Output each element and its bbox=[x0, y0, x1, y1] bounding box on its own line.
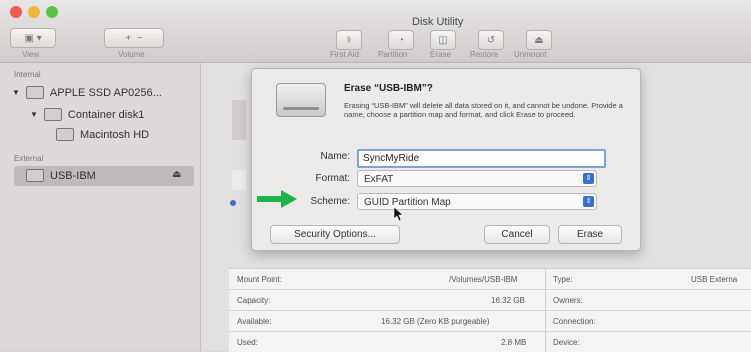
restore-icon: ↺ bbox=[486, 34, 496, 46]
name-label: Name: bbox=[320, 151, 350, 162]
format-value: ExFAT bbox=[364, 174, 394, 185]
stethoscope-icon: ⚕ bbox=[346, 34, 352, 46]
minimize-window-button[interactable] bbox=[28, 6, 40, 18]
sidebar-item-label: USB-IBM bbox=[50, 169, 96, 182]
name-field[interactable]: SyncMyRide bbox=[357, 149, 606, 168]
drive-icon bbox=[276, 83, 326, 117]
format-select[interactable]: ExFAT ⇕ bbox=[357, 170, 597, 187]
volume-add-remove[interactable]: + − bbox=[104, 28, 164, 48]
info-value: 16.32 GB (Zero KB purgeable) bbox=[381, 317, 490, 326]
chevron-updown-icon: ⇕ bbox=[583, 196, 594, 207]
info-label: Used: bbox=[237, 338, 258, 347]
erase-toolbar-button[interactable]: ◫ bbox=[430, 30, 456, 50]
scheme-value: GUID Partition Map bbox=[364, 197, 451, 208]
mouse-cursor-icon bbox=[394, 207, 404, 221]
unmount-label: Unmount bbox=[514, 50, 547, 59]
sidebar-item-label: Container disk1 bbox=[67, 108, 145, 121]
sidebar-icon: ▣ ▾ bbox=[24, 32, 42, 44]
first-aid-button[interactable]: ⚕ bbox=[336, 30, 362, 50]
view-label: View bbox=[22, 50, 40, 59]
info-label: Owners: bbox=[553, 296, 583, 305]
sidebar-external-header: External bbox=[14, 154, 44, 163]
plus-minus-icon: + − bbox=[125, 32, 143, 44]
restore-button[interactable]: ↺ bbox=[478, 30, 504, 50]
sidebar-item-label: Macintosh HD bbox=[80, 128, 150, 141]
container-icon bbox=[43, 108, 62, 121]
external-disk-icon bbox=[26, 169, 44, 182]
sidebar-item-macintosh-hd[interactable]: Macintosh HD bbox=[56, 128, 149, 141]
info-label: Connection: bbox=[553, 317, 596, 326]
volume-icon-partial bbox=[232, 100, 246, 140]
info-value: USB Externa bbox=[691, 275, 738, 284]
table-row: Capacity: 16.32 GB Owners: bbox=[229, 290, 751, 311]
window-title: Disk Utility bbox=[412, 16, 464, 28]
erase-dialog: Erase “USB-IBM”? Erasing “USB-IBM” will … bbox=[251, 68, 641, 251]
info-label: Type: bbox=[553, 275, 573, 284]
sidebar bbox=[0, 63, 201, 351]
info-value: /Volumes/USB-IBM bbox=[449, 275, 518, 284]
info-label: Mount Point: bbox=[237, 275, 282, 284]
scheme-select[interactable]: GUID Partition Map ⇕ bbox=[357, 193, 597, 210]
sidebar-item-apple-ssd[interactable]: ▼ APPLE SSD AP0256... bbox=[12, 86, 162, 99]
table-row: Used: 2.8 MB Device: bbox=[229, 332, 751, 352]
erase-label: Erase bbox=[430, 50, 451, 59]
volume-label: Volume bbox=[118, 50, 145, 59]
sidebar-item-usb-ibm[interactable]: USB-IBM bbox=[26, 169, 96, 182]
disk-icon bbox=[25, 86, 44, 99]
eject-icon: ⏏ bbox=[534, 34, 544, 46]
table-row: Available: 16.32 GB (Zero KB purgeable) … bbox=[229, 311, 751, 332]
unmount-button[interactable]: ⏏ bbox=[526, 30, 552, 50]
zoom-window-button[interactable] bbox=[46, 6, 58, 18]
usage-bar-partial bbox=[232, 170, 246, 190]
sidebar-item-label: APPLE SSD AP0256... bbox=[49, 86, 162, 99]
cancel-button[interactable]: Cancel bbox=[484, 225, 550, 244]
format-label: Format: bbox=[315, 173, 350, 184]
disclosure-triangle-icon[interactable]: ▼ bbox=[12, 88, 20, 97]
sidebar-item-container-disk1[interactable]: ▼ Container disk1 bbox=[30, 108, 144, 121]
view-button[interactable]: ▣ ▾ bbox=[10, 28, 56, 48]
annotation-arrow-icon bbox=[257, 190, 297, 208]
window-titlebar: Disk Utility ▣ ▾ View + − Volume ⚕ First… bbox=[0, 0, 751, 63]
erase-icon: ◫ bbox=[438, 34, 448, 46]
volume-icon bbox=[56, 128, 74, 141]
used-dot-icon bbox=[230, 200, 236, 206]
dialog-message: Erasing “USB-IBM” will delete all data s… bbox=[344, 101, 623, 119]
eject-icon[interactable]: ⏏ bbox=[172, 169, 181, 180]
disclosure-triangle-icon[interactable]: ▼ bbox=[30, 110, 38, 119]
info-value: 2.8 MB bbox=[501, 338, 527, 347]
partition-button[interactable]: ◔ bbox=[388, 30, 414, 50]
partition-icon: ◔ bbox=[397, 34, 405, 46]
info-table: Mount Point: /Volumes/USB-IBM Type: USB … bbox=[229, 268, 751, 352]
info-label: Capacity: bbox=[237, 296, 271, 305]
table-row: Mount Point: /Volumes/USB-IBM Type: USB … bbox=[229, 269, 751, 290]
dialog-title: Erase “USB-IBM”? bbox=[344, 83, 433, 94]
erase-button[interactable]: Erase bbox=[558, 225, 622, 244]
partition-label: Partition bbox=[378, 50, 408, 59]
info-value: 16.32 GB bbox=[491, 296, 525, 305]
sidebar-internal-header: Internal bbox=[14, 70, 41, 79]
chevron-updown-icon: ⇕ bbox=[583, 173, 594, 184]
restore-label: Restore bbox=[470, 50, 499, 59]
info-label: Available: bbox=[237, 317, 272, 326]
close-window-button[interactable] bbox=[10, 6, 22, 18]
info-label: Device: bbox=[553, 338, 580, 347]
security-options-button[interactable]: Security Options... bbox=[270, 225, 400, 244]
first-aid-label: First Aid bbox=[330, 50, 359, 59]
